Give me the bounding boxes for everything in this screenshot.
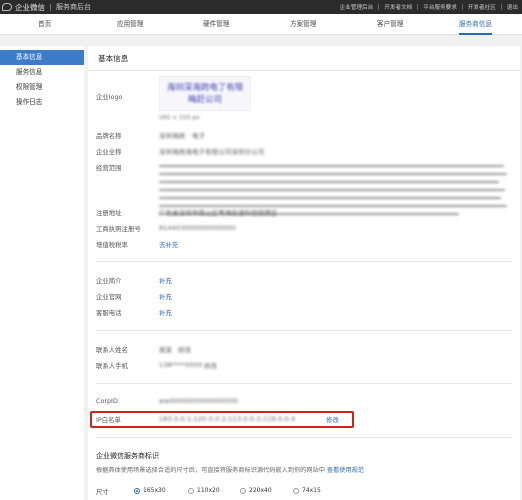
toplink-divider: [461, 4, 463, 10]
main-panel: 基本信息 企业logo 海圳深海跨电了有限 晦赶公司 160 × 210 px …: [88, 46, 520, 500]
size-option-label: 74x15: [302, 487, 321, 494]
sidebar-item-permissions[interactable]: 权限管理: [0, 80, 84, 95]
top-bar: 企业微信 服务商后台 企业管理后台 开发者文档 平台服务要求 开发者社区 退出: [0, 0, 522, 14]
company-intro-label: 企业简介: [96, 277, 122, 285]
vat-rate-label: 增值税税率: [96, 241, 128, 249]
brand-divider: [50, 3, 51, 11]
vat-rate-add-link[interactable]: 去补充: [159, 240, 178, 249]
toplink-divider: [500, 4, 502, 10]
top-links: 企业管理后台 开发者文档 平台服务要求 开发者社区 退出: [340, 3, 522, 11]
toplink-community[interactable]: 开发者社区: [468, 3, 496, 11]
contact-name-label: 联系人姓名: [96, 346, 128, 354]
contact-phone-edit-link[interactable]: 修改: [204, 361, 217, 370]
logo-text-line2: 晦赶公司: [187, 94, 222, 105]
radio-icon[interactable]: [188, 487, 194, 494]
company-intro-add-link[interactable]: 补充: [159, 276, 172, 285]
size-option-110x20[interactable]: 110x20: [188, 487, 220, 494]
brand-name-value: 深圳海跨 · 电子: [159, 132, 206, 140]
ip-whitelist-value: 183.0.0.1;120.0.0.2;113.0.0.3;119.0.0.4: [159, 415, 296, 423]
company-website-label: 企业官网: [96, 293, 122, 301]
logo-label: 企业logo: [96, 93, 123, 101]
reg-address-label: 注册地址: [96, 209, 122, 217]
main-nav: 首页 应用管理 硬件管理 方案管理 客户管理 服务商信息: [0, 14, 522, 35]
usage-guide-link[interactable]: 查看使用规范: [327, 467, 364, 474]
toplink-docs[interactable]: 开发者文档: [384, 3, 412, 11]
corpid-value: ww0000000000000000: [159, 397, 239, 405]
section-divider: [96, 261, 512, 262]
brand-name-label: 品牌名称: [96, 132, 122, 140]
toplink-divider: [378, 4, 380, 10]
title-divider: [88, 70, 520, 71]
size-label: 尺寸: [96, 488, 109, 496]
toplink-logout[interactable]: 退出: [507, 3, 518, 11]
logo-text-line1: 海圳深海跨电了有限: [166, 82, 244, 93]
company-website-add-link[interactable]: 补充: [159, 292, 172, 301]
tab-hardware-management[interactable]: 硬件管理: [203, 14, 229, 35]
radio-icon[interactable]: [240, 487, 246, 494]
wecom-logo-icon: [2, 3, 12, 11]
ip-whitelist-edit-link[interactable]: 修改: [326, 415, 339, 424]
company-logo[interactable]: 海圳深海跨电了有限 晦赶公司: [159, 76, 251, 111]
provider-badge-desc: 根据具体使用场景选择合适的尺寸后，可直接将服务商标识源代码嵌入到你的网站中 查看…: [96, 465, 364, 474]
sidebar: 基本信息 服务信息 权限管理 操作日志: [0, 46, 84, 500]
section-divider: [96, 437, 512, 438]
radio-checked-icon[interactable]: [134, 487, 140, 494]
company-fullname-label: 企业全称: [96, 148, 122, 156]
toplink-admin[interactable]: 企业管理后台: [340, 3, 374, 11]
size-option-220x40[interactable]: 220x40: [240, 487, 272, 494]
sidebar-item-operation-log[interactable]: 操作日志: [0, 95, 84, 110]
contact-name-edit-link[interactable]: 修改: [178, 345, 191, 354]
size-option-165x30[interactable]: 165x30: [134, 487, 166, 494]
tab-solution-management[interactable]: 方案管理: [290, 14, 316, 35]
reg-address-value: 广东省深圳市南山区粤海街道科技园南区: [159, 209, 278, 217]
tab-customer-management[interactable]: 客户管理: [377, 14, 403, 35]
size-option-label: 110x20: [197, 487, 220, 494]
corpid-label: CorpID: [96, 397, 118, 405]
tab-home[interactable]: 首页: [38, 14, 51, 35]
sidebar-item-service-info[interactable]: 服务信息: [0, 65, 84, 80]
tab-provider-info[interactable]: 服务商信息: [459, 14, 492, 35]
contact-name-value: 谢某: [159, 346, 173, 354]
license-number-value: 914403000000000000: [159, 224, 236, 232]
provider-badge-desc-text: 根据具体使用场景选择合适的尺寸后，可直接将服务商标识源代码嵌入到你的网站中: [96, 467, 325, 474]
logo-size-note: 160 × 210 px: [159, 115, 200, 121]
business-scope-label: 经营范围: [96, 164, 122, 172]
provider-badge-title: 企业微信服务商标识: [96, 452, 159, 460]
page-title: 基本信息: [98, 54, 129, 63]
brand-name: 企业微信: [15, 2, 45, 12]
contact-phone-label: 联系人手机: [96, 362, 128, 370]
toplink-divider: [417, 4, 419, 10]
radio-icon[interactable]: [293, 487, 299, 494]
size-option-label: 165x30: [143, 487, 166, 494]
service-phone-add-link[interactable]: 补充: [159, 308, 172, 317]
tab-app-management[interactable]: 应用管理: [117, 14, 143, 35]
section-divider: [96, 383, 512, 384]
size-option-label: 220x40: [249, 487, 272, 494]
size-option-74x15[interactable]: 74x15: [293, 487, 321, 494]
brand[interactable]: 企业微信 服务商后台: [0, 2, 91, 13]
ip-whitelist-label: IP白名单: [96, 416, 121, 424]
badge-size-selector: 尺寸 165x30 110x20 220x40 74x15: [88, 487, 520, 497]
section-divider: [96, 330, 512, 331]
service-phone-label: 客服电话: [96, 309, 122, 317]
contact-phone-value: 138****0000: [159, 361, 203, 369]
toplink-requirements[interactable]: 平台服务要求: [423, 3, 457, 11]
company-fullname-value: 深圳海跨海电子有限公司深圳分公司: [159, 148, 265, 156]
brand-subtitle: 服务商后台: [56, 3, 91, 11]
license-number-label: 工商执照注册号: [96, 225, 141, 233]
sidebar-item-basic-info[interactable]: 基本信息: [0, 50, 84, 65]
